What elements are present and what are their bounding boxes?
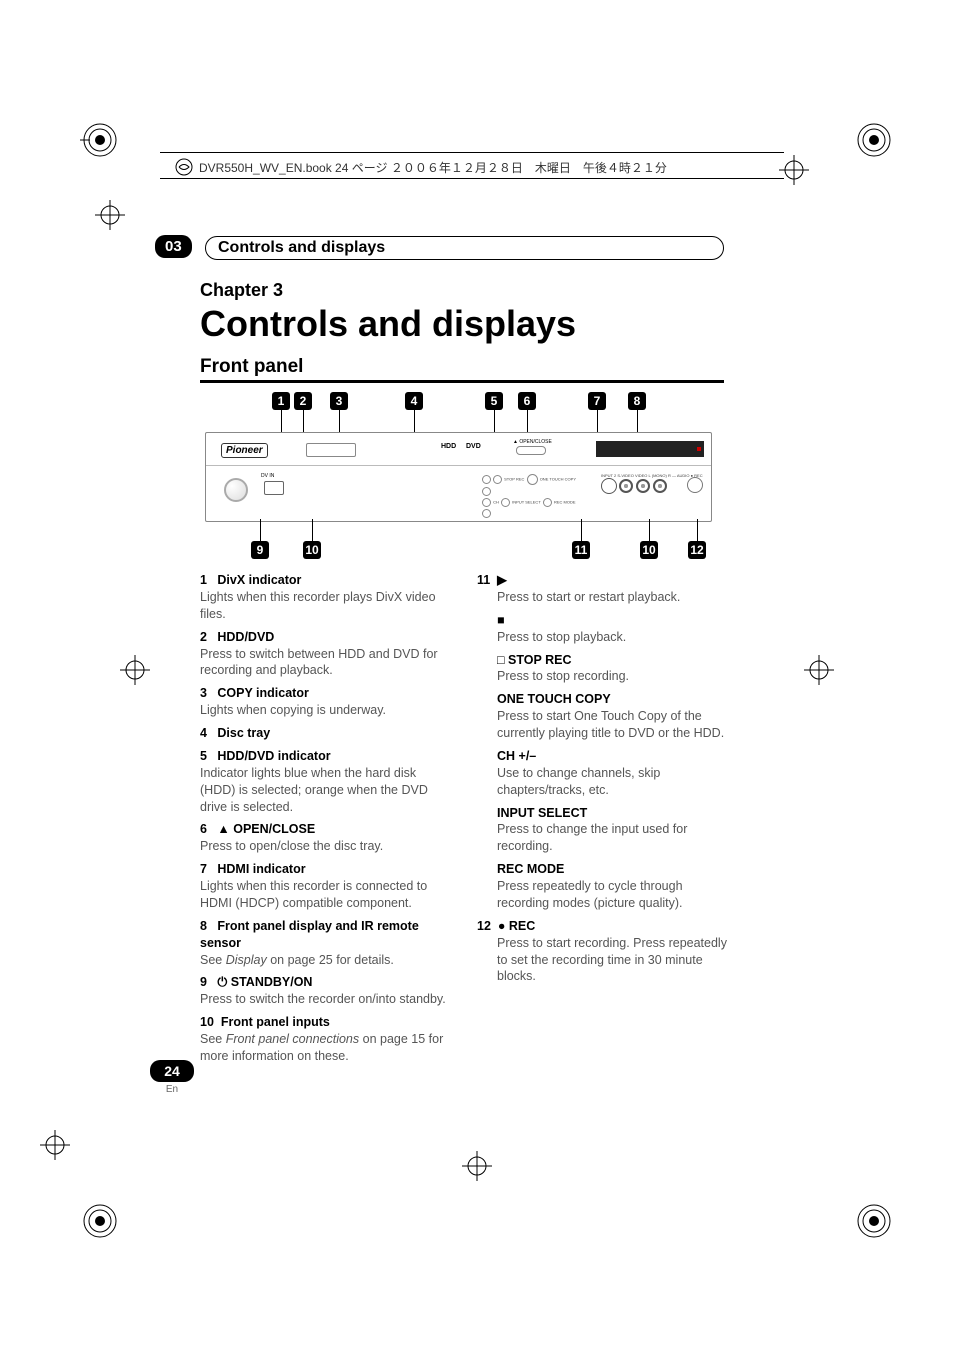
registration-mark-bottom-left (80, 1201, 120, 1241)
item-7: 7 HDMI indicator Lights when this record… (200, 861, 453, 912)
stop-icon: ■ (497, 613, 505, 627)
item-5: 5 HDD/DVD indicator Indicator lights blu… (200, 748, 453, 816)
item-11: 11 ▶ Press to start or restart playback.… (477, 572, 730, 912)
brand-logo: Pioneer (221, 443, 268, 458)
header-file-info: DVR550H_WV_EN.book 24 ページ ２００６年１２月２８日 木曜… (175, 158, 774, 176)
callout-badge: 9 (251, 541, 269, 559)
header-text: DVR550H_WV_EN.book 24 ページ ２００６年１２月２８日 木曜… (199, 159, 667, 176)
rca-jack-icon (619, 479, 633, 493)
crosshair-icon (95, 200, 125, 230)
description-columns: 1 DivX indicator Lights when this record… (200, 572, 730, 1071)
registration-mark-top-left (80, 120, 120, 160)
callout-badge: 7 (588, 392, 606, 410)
eject-icon: ▲ (217, 822, 229, 836)
callout-badge: 10 (303, 541, 321, 559)
item-10: 10 Front panel inputs See Front panel co… (200, 1014, 453, 1065)
hdd-label: HDD (441, 443, 456, 450)
callout-badge: 2 (294, 392, 312, 410)
callout-badge: 12 (688, 541, 706, 559)
rca-jack-icon (653, 479, 667, 493)
page-number: 24 En (150, 1060, 194, 1095)
chapter-bar: Controls and displays (205, 236, 724, 260)
chapter-bar-title: Controls and displays (218, 239, 385, 257)
ir-led-icon (697, 447, 701, 451)
page: DVR550H_WV_EN.book 24 ページ ２００６年１２月２８日 木曜… (0, 0, 954, 1351)
dv-in-label: DV IN (261, 473, 274, 479)
item-8: 8 Front panel display and IR remote sens… (200, 918, 453, 969)
play-icon: ▶ (497, 573, 507, 587)
power-button-icon (224, 478, 248, 502)
item-12: 12 ● REC Press to start recording. Press… (477, 918, 730, 986)
item-6: 6 ▲ OPEN/CLOSE Press to open/close the d… (200, 821, 453, 855)
callout-badge: 8 (628, 392, 646, 410)
crosshair-icon (779, 155, 809, 185)
book-icon (175, 158, 193, 176)
right-column: 11 ▶ Press to start or restart playback.… (477, 572, 730, 1071)
rule (160, 178, 784, 179)
page-lang: En (150, 1084, 194, 1095)
chapter-label: Chapter 3 (200, 280, 576, 301)
front-display-icon (596, 441, 704, 457)
callout-badge: 11 (572, 541, 590, 559)
s-video-jack-icon (601, 478, 617, 494)
registration-mark-bottom-right (854, 1201, 894, 1241)
callout-badge: 6 (518, 392, 536, 410)
callout-badge: 10 (640, 541, 658, 559)
callout-badge: 5 (485, 392, 503, 410)
chapter-heading: Chapter 3 Controls and displays (200, 280, 576, 345)
item-2: 2 HDD/DVD Press to switch between HDD an… (200, 629, 453, 680)
item-1: 1 DivX indicator Lights when this record… (200, 572, 453, 623)
callout-badge: 3 (330, 392, 348, 410)
left-column: 1 DivX indicator Lights when this record… (200, 572, 453, 1071)
item-4: 4 Disc tray (200, 725, 453, 742)
crosshair-icon (804, 655, 834, 685)
power-icon: ⏻ (217, 975, 227, 989)
section-heading: Front panel (200, 356, 724, 383)
disc-tray-icon (306, 443, 356, 457)
rca-jack-icon (636, 479, 650, 493)
crosshair-icon (40, 1130, 70, 1160)
rec-button-icon (687, 477, 703, 493)
dv-in-port-icon (264, 481, 284, 495)
open-close-label: ▲ OPEN/CLOSE (513, 439, 552, 445)
crosshair-icon (120, 655, 150, 685)
control-button-cluster: STOP REC ONE TOUCH COPY CH INPUT SELECT … (481, 473, 586, 519)
device-illustration: Pioneer HDD DVD ▲ OPEN/CLOSE DV IN STOP … (205, 432, 712, 522)
registration-mark-top-right (854, 120, 894, 160)
crosshair-icon (462, 1151, 492, 1181)
callout-badge: 4 (405, 392, 423, 410)
rule (160, 152, 784, 153)
chapter-number-badge: 03 (155, 235, 192, 258)
front-panel-diagram: 1 2 3 4 5 6 7 8 Pioneer HDD DVD ▲ OPEN/C… (200, 392, 720, 562)
item-3: 3 COPY indicator Lights when copying is … (200, 685, 453, 719)
item-9: 9 ⏻ STANDBY/ON Press to switch the recor… (200, 974, 453, 1008)
callout-badge: 1 (272, 392, 290, 410)
page-number-value: 24 (150, 1060, 194, 1082)
stop-rec-icon: □ (497, 653, 505, 667)
dvd-label: DVD (466, 443, 481, 450)
record-icon: ● (498, 919, 506, 933)
open-close-button-icon (516, 446, 546, 455)
chapter-title: Controls and displays (200, 303, 576, 345)
